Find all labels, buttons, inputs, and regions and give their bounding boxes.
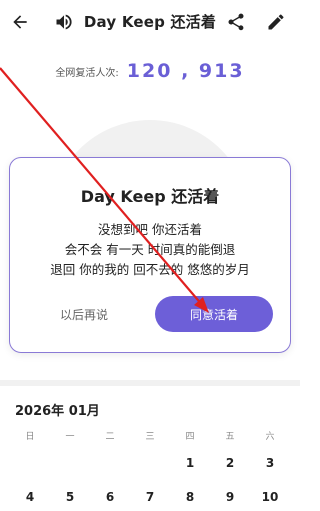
dialog-line: 没想到吧 你还活着 [98, 222, 202, 237]
counter-value: 120 , 913 [126, 60, 245, 82]
calendar-week-row: 4 5 6 7 8 9 10 [10, 480, 290, 511]
calendar-day[interactable]: 6 [90, 490, 130, 504]
calendar-day[interactable]: 1 [170, 456, 210, 470]
calendar-grid: 日 一 二 三 四 五 六 1 2 3 4 5 6 7 8 9 10 [10, 424, 290, 511]
calendar-day[interactable]: 3 [250, 456, 290, 470]
weekday-header-row: 日 一 二 三 四 五 六 [10, 424, 290, 446]
calendar-day[interactable]: 2 [210, 456, 250, 470]
dialog-title: Day Keep 还活着 [80, 187, 220, 206]
share-button[interactable] [222, 8, 250, 36]
calendar-day[interactable]: 8 [170, 490, 210, 504]
calendar-month: 2026年 01月 [15, 404, 100, 419]
agree-button[interactable]: 同意活着 [155, 296, 273, 332]
edit-button[interactable] [262, 8, 290, 36]
section-divider [0, 380, 300, 386]
calendar-day[interactable]: 9 [210, 490, 250, 504]
weekday-label: 四 [185, 431, 195, 442]
calendar-day[interactable]: 7 [130, 490, 170, 504]
page-title: Day Keep 还活着 [83, 13, 217, 31]
pencil-icon [268, 14, 284, 30]
weekday-label: 六 [265, 431, 275, 442]
confirm-dialog: Day Keep 还活着 没想到吧 你还活着 会不会 有一天 时间真的能倒退 退… [9, 157, 291, 353]
calendar-day[interactable]: 5 [50, 490, 90, 504]
dialog-message: 没想到吧 你还活着 会不会 有一天 时间真的能倒退 退回 你的我的 回不去的 悠… [10, 220, 290, 280]
calendar-day[interactable]: 10 [250, 490, 290, 504]
revive-counter: 全网复活人次: 120 , 913 [0, 58, 300, 84]
counter-label: 全网复活人次: [55, 67, 119, 79]
dialog-line: 会不会 有一天 时间真的能倒退 [64, 242, 236, 257]
share-icon [228, 13, 244, 31]
dialog-line: 退回 你的我的 回不去的 悠悠的岁月 [50, 262, 250, 277]
weekday-label: 日 [25, 431, 35, 442]
app-screen: Day Keep 还活着 全网复活人次: 120 , 913 Day Keep … [0, 0, 300, 511]
weekday-label: 三 [145, 431, 155, 442]
weekday-label: 二 [105, 431, 115, 442]
calendar-week-row: 1 2 3 [10, 446, 290, 480]
calendar-day[interactable]: 4 [10, 490, 50, 504]
later-button[interactable]: 以后再说 [60, 306, 108, 323]
weekday-label: 五 [225, 431, 235, 442]
top-app-bar: Day Keep 还活着 [0, 0, 300, 44]
weekday-label: 一 [65, 431, 75, 442]
